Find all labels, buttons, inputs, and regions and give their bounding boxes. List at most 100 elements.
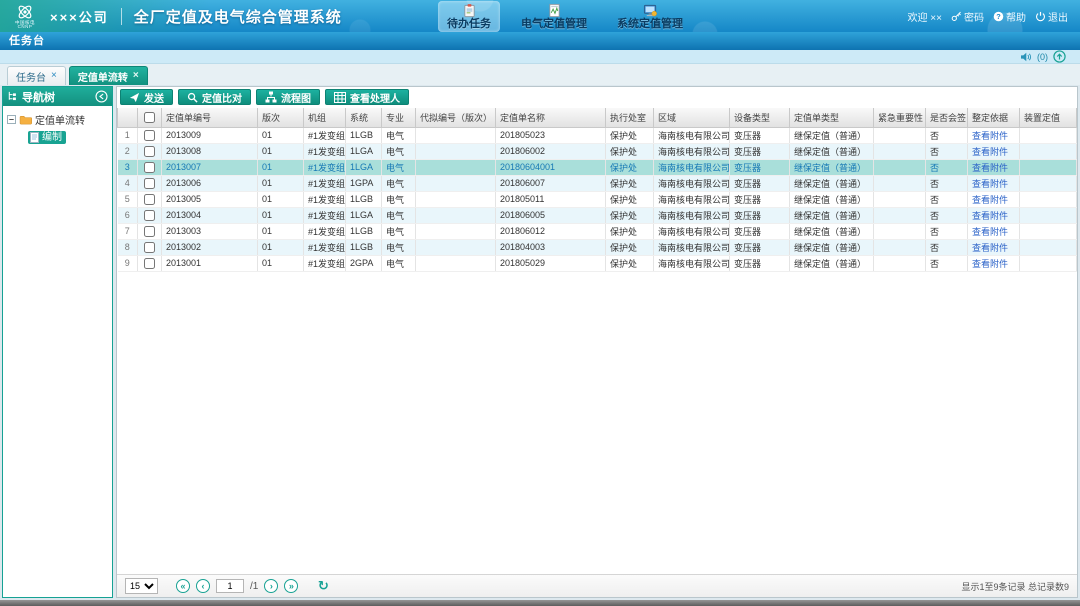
cell-name: 201805023	[496, 127, 606, 143]
table-row[interactable]: 1201300901#1发变组1LGB电气201805023保护处海南核电有限公…	[118, 127, 1077, 143]
view-attachment-link[interactable]: 查看附件	[972, 211, 1008, 221]
first-page-button[interactable]: «	[176, 579, 190, 593]
cell-type: 继保定值（普通）	[790, 159, 874, 175]
tree-node-setting-order-flow[interactable]: 定值单流转	[7, 112, 108, 127]
table-row[interactable]: 8201300201#1发变组1LGB电气201804003保护处海南核电有限公…	[118, 239, 1077, 255]
column-header[interactable]: 整定依据	[968, 108, 1020, 127]
tab-setting-order-flow[interactable]: 定值单流转 ×	[69, 66, 148, 85]
row-checkbox[interactable]	[144, 178, 155, 189]
cell-sys: 1LGA	[346, 143, 382, 159]
column-header[interactable]: 专业	[382, 108, 416, 127]
cell-basis: 查看附件	[968, 159, 1020, 175]
speaker-icon[interactable]	[1020, 52, 1032, 62]
column-header[interactable]: 代拟编号（版次）	[416, 108, 496, 127]
table-row[interactable]: 7201300301#1发变组1LGB电气201806012保护处海南核电有限公…	[118, 223, 1077, 239]
row-checkbox[interactable]	[144, 210, 155, 221]
setting-compare-button[interactable]: 定值比对	[178, 89, 251, 105]
row-checkbox[interactable]	[144, 162, 155, 173]
total-pages-label: /1	[250, 581, 258, 592]
row-checkbox[interactable]	[144, 146, 155, 157]
column-header[interactable]: 版次	[258, 108, 304, 127]
table-row[interactable]: 5201300501#1发变组1LGB电气201805011保护处海南核电有限公…	[118, 191, 1077, 207]
logout-link[interactable]: 退出	[1035, 9, 1068, 24]
cell-draft	[416, 223, 496, 239]
column-header[interactable]: 是否会签	[926, 108, 968, 127]
column-header[interactable]: 装置定值	[1020, 108, 1077, 127]
help-link[interactable]: ? 帮助	[993, 9, 1026, 24]
row-checkbox[interactable]	[144, 194, 155, 205]
cell-ver: 01	[258, 223, 304, 239]
todo-tasks-icon	[462, 3, 477, 18]
view-handler-button[interactable]: 查看处理人	[325, 89, 409, 105]
view-attachment-link[interactable]: 查看附件	[972, 195, 1008, 205]
column-header[interactable]: 紧急重要性	[874, 108, 926, 127]
column-header[interactable]: 机组	[304, 108, 346, 127]
row-checkbox[interactable]	[144, 130, 155, 141]
tab-close-icon[interactable]: ×	[133, 71, 139, 81]
tree-collapse-icon[interactable]	[7, 115, 16, 124]
company-logo: 中国核电 CNNP	[8, 3, 42, 29]
navigation-tree: 定值单流转 编制	[3, 106, 112, 150]
send-button[interactable]: 发送	[120, 89, 173, 105]
view-attachment-link[interactable]: 查看附件	[972, 131, 1008, 141]
nav-item-system-setting-mgmt[interactable]: 系统定值管理	[608, 1, 692, 32]
refresh-button[interactable]: ↻	[316, 579, 330, 593]
cell-basis: 查看附件	[968, 127, 1020, 143]
key-icon	[951, 11, 962, 22]
document-icon	[30, 132, 39, 143]
app-window: 中国核电 CNNP ×××公司 全厂定值及电气综合管理系统 待办任务 电气定值管…	[0, 0, 1080, 606]
row-checkbox[interactable]	[144, 226, 155, 237]
cell-countersign: 否	[926, 191, 968, 207]
page-input[interactable]	[216, 579, 244, 593]
cell-type: 继保定值（普通）	[790, 255, 874, 271]
nav-item-todo-tasks[interactable]: 待办任务	[438, 1, 500, 32]
column-header[interactable]: 定值单编号	[162, 108, 258, 127]
table-row[interactable]: 3201300701#1发变组1LGA电气20180604001保护处海南核电有…	[118, 159, 1077, 175]
tree-node-compile[interactable]: 编制	[28, 131, 108, 144]
flowchart-button[interactable]: 流程图	[256, 89, 320, 105]
column-header[interactable]: 设备类型	[730, 108, 790, 127]
atom-logo-icon	[15, 3, 35, 21]
system-setting-icon	[643, 3, 658, 18]
view-attachment-link[interactable]: 查看附件	[972, 179, 1008, 189]
tab-close-icon[interactable]: ×	[51, 71, 57, 81]
password-link[interactable]: 密码	[951, 9, 984, 24]
tree-icon	[7, 91, 18, 102]
cell-unit: #1发变组	[304, 191, 346, 207]
column-header[interactable]: 执行处室	[606, 108, 654, 127]
last-page-button[interactable]: »	[284, 579, 298, 593]
cell-id: 2013005	[162, 191, 258, 207]
view-attachment-link[interactable]: 查看附件	[972, 243, 1008, 253]
cell-ver: 01	[258, 239, 304, 255]
next-page-button[interactable]: ›	[264, 579, 278, 593]
column-header[interactable]: 区域	[654, 108, 730, 127]
table-row[interactable]: 2201300801#1发变组1LGA电气201806002保护处海南核电有限公…	[118, 143, 1077, 159]
select-all-checkbox[interactable]	[144, 112, 155, 123]
view-attachment-link[interactable]: 查看附件	[972, 259, 1008, 269]
row-checkbox[interactable]	[144, 258, 155, 269]
tab-workbench[interactable]: 任务台 ×	[7, 66, 66, 85]
prev-page-button[interactable]: ‹	[196, 579, 210, 593]
row-checkbox[interactable]	[144, 242, 155, 253]
cell-unit: #1发变组	[304, 175, 346, 191]
row-index: 5	[118, 191, 138, 207]
cell-device: 变压器	[730, 159, 790, 175]
column-header[interactable]: 定值单类型	[790, 108, 874, 127]
view-attachment-link[interactable]: 查看附件	[972, 163, 1008, 173]
table-row[interactable]: 4201300601#1发变组1GPA电气201806007保护处海南核电有限公…	[118, 175, 1077, 191]
tree-selected-item[interactable]: 编制	[28, 131, 66, 144]
column-header[interactable]: 定值单名称	[496, 108, 606, 127]
view-attachment-link[interactable]: 查看附件	[972, 147, 1008, 157]
cell-sys: 1LGB	[346, 191, 382, 207]
cell-name: 201804003	[496, 239, 606, 255]
table-row[interactable]: 6201300401#1发变组1LGA电气201806005保护处海南核电有限公…	[118, 207, 1077, 223]
cell-spec: 电气	[382, 191, 416, 207]
collapse-sidebar-icon[interactable]	[95, 90, 108, 103]
column-header[interactable]: 系统	[346, 108, 382, 127]
cell-unit: #1发变组	[304, 143, 346, 159]
view-attachment-link[interactable]: 查看附件	[972, 227, 1008, 237]
nav-item-electric-setting-mgmt[interactable]: 电气定值管理	[512, 1, 596, 32]
expand-up-icon[interactable]	[1053, 50, 1066, 63]
page-size-select[interactable]: 15	[125, 578, 158, 594]
table-row[interactable]: 9201300101#1发变组2GPA电气201805029保护处海南核电有限公…	[118, 255, 1077, 271]
